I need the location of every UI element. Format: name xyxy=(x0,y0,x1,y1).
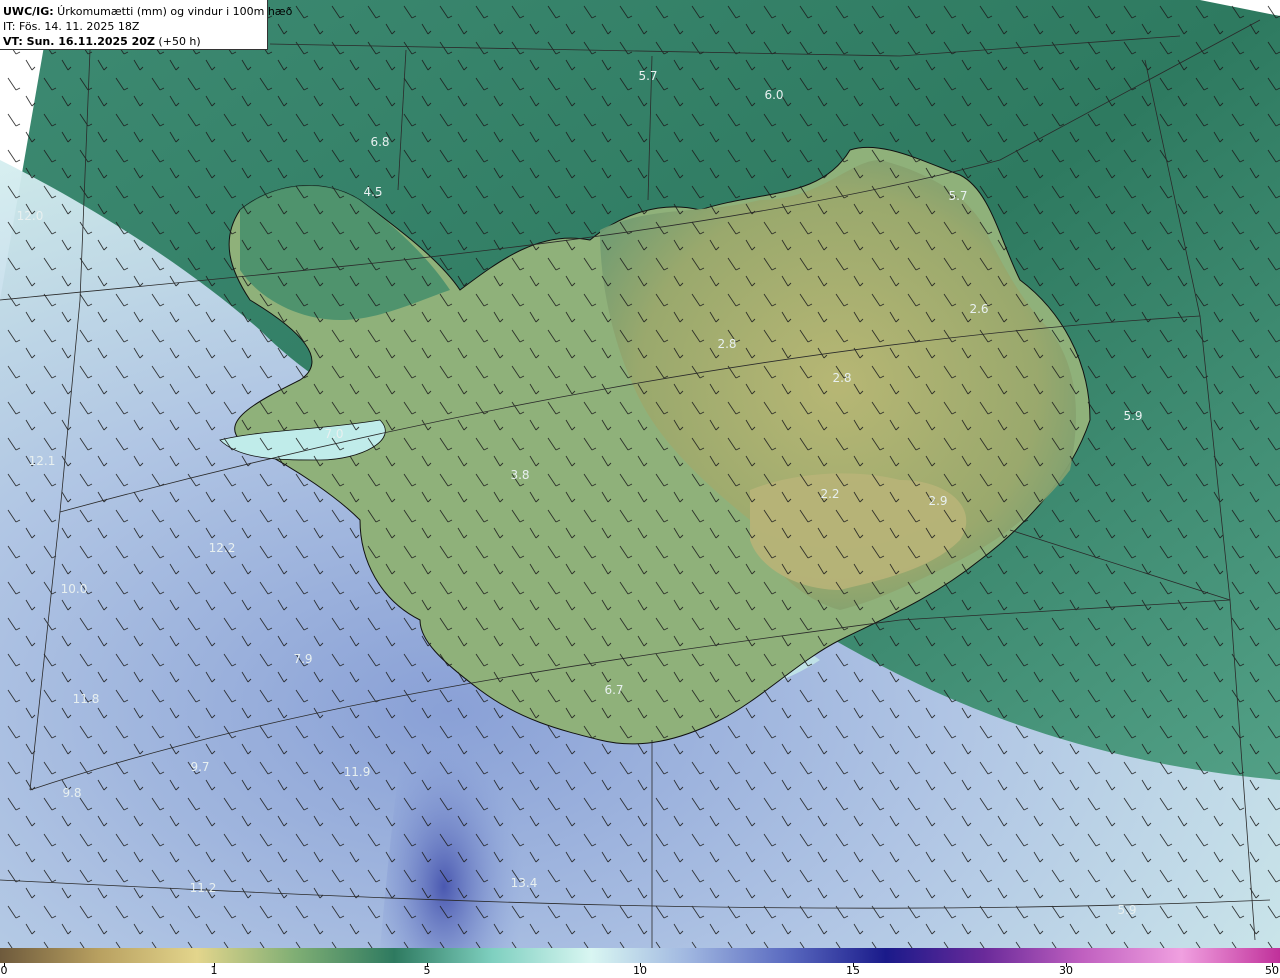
colorbar-tick-label: 0 xyxy=(0,964,8,977)
precip-value-label: 11.8 xyxy=(73,692,100,706)
precip-value-label: 5.9 xyxy=(1117,903,1136,917)
precip-value-label: 2.2 xyxy=(820,487,839,501)
precip-value-label: 6.8 xyxy=(370,135,389,149)
precip-value-label: 6.7 xyxy=(604,683,623,697)
precip-value-label: 5.7 xyxy=(638,69,657,83)
precip-value-label: 4.5 xyxy=(363,185,382,199)
colorbar-tick-label: 5 xyxy=(423,964,431,977)
title-line: UWC/IG: Úrkomumætti (mm) og vindur i 100… xyxy=(3,4,292,19)
precip-value-label: 5.7 xyxy=(948,189,967,203)
precip-value-label: 6.0 xyxy=(764,88,783,102)
precip-value-label: 12.0 xyxy=(17,209,44,223)
colorbar-strip xyxy=(0,948,1280,963)
precip-value-label: 9.8 xyxy=(62,786,81,800)
colorbar-tick-label: 10 xyxy=(633,964,647,977)
valid-time: VT: Sun. 16.11.2025 20Z xyxy=(3,35,155,48)
precip-value-label: 3.8 xyxy=(510,468,529,482)
title-text: Úrkomumætti (mm) og vindur i 100m hæð xyxy=(53,5,293,18)
precip-value-label: 10.0 xyxy=(61,582,88,596)
colorbar-tick-label: 30 xyxy=(1059,964,1073,977)
precip-value-label: 11.9 xyxy=(344,765,371,779)
forecast-hour: (+50 h) xyxy=(154,35,201,48)
precip-value-label: 11.2 xyxy=(190,881,217,895)
colorbar-tick-label: 50 xyxy=(1265,964,1279,977)
map-title-box: UWC/IG: Úrkomumætti (mm) og vindur i 100… xyxy=(0,0,292,50)
valid-time-line: VT: Sun. 16.11.2025 20Z (+50 h) xyxy=(3,34,267,49)
init-time: IT: Fös. 14. 11. 2025 18Z xyxy=(3,20,140,33)
precip-value-label: 2.9 xyxy=(928,494,947,508)
precip-value-label: 12.1 xyxy=(29,454,56,468)
colorbar-gradient xyxy=(0,948,1280,963)
precip-value-label: 12.2 xyxy=(209,541,236,555)
precip-value-label: 2.8 xyxy=(832,371,851,385)
model-code: UWC/IG: xyxy=(3,5,54,18)
colorbar: 0 1 5 10 15 30 50 xyxy=(0,948,1280,978)
wind-barbs-layer xyxy=(0,0,1280,948)
precip-value-label: 2.8 xyxy=(717,337,736,351)
weather-map: 5.7 6.0 6.8 4.5 5.7 2.6 2.8 2.8 5.9 12.0 12.1 7.0 3.… xyxy=(0,0,1280,948)
precip-value-label: 5.9 xyxy=(1123,409,1142,423)
precip-value-label: 9.7 xyxy=(190,760,209,774)
colorbar-tick-label: 1 xyxy=(210,964,218,977)
precip-value-label: 7.9 xyxy=(293,652,312,666)
precip-value-label: 7.0 xyxy=(324,427,343,441)
colorbar-tick-label: 15 xyxy=(846,964,860,977)
precip-value-label: 2.6 xyxy=(969,302,988,316)
precip-value-label: 13.4 xyxy=(511,876,538,890)
